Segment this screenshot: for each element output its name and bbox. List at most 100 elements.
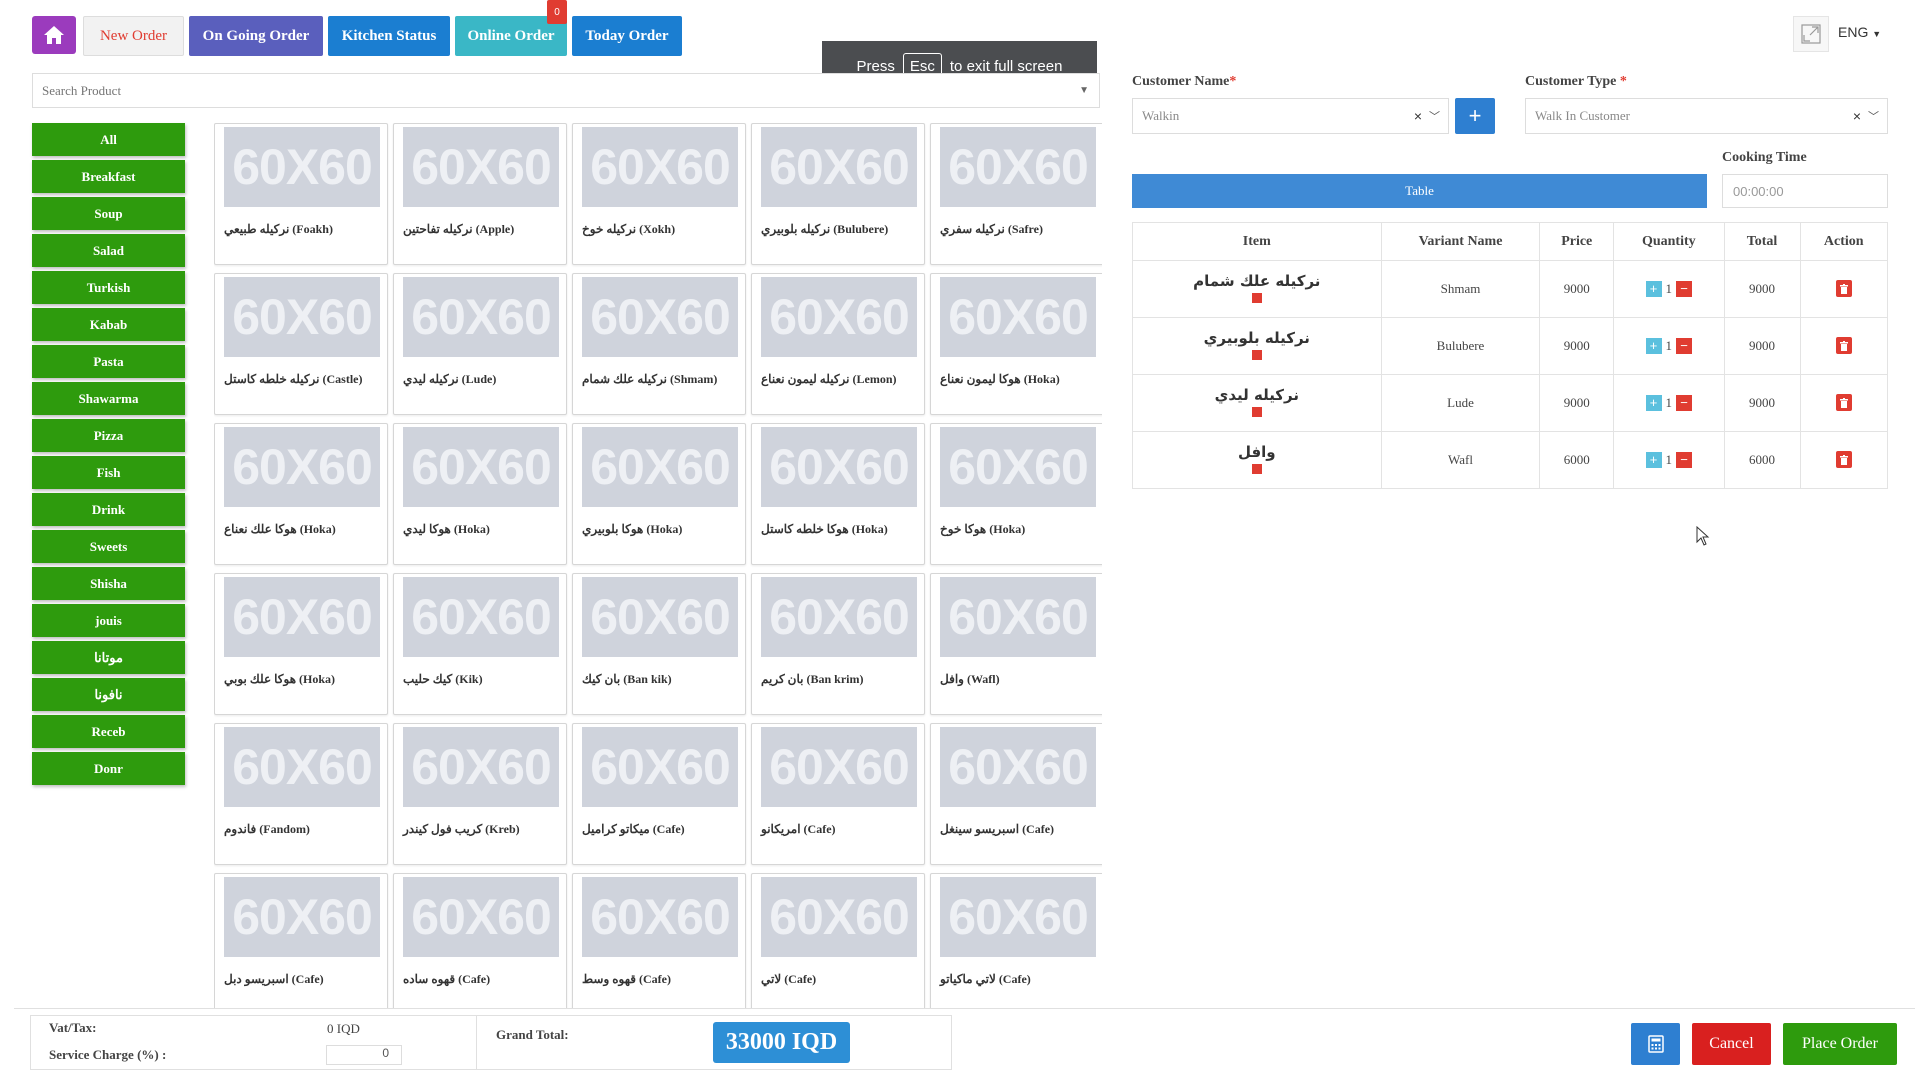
product-card[interactable]: 60X60 هوكا علك بوبي (Hoka) [214, 573, 388, 715]
service-charge-input[interactable]: 0 [326, 1045, 402, 1065]
column-header: Price [1539, 222, 1615, 261]
language-selector[interactable]: ENG ▼ [1838, 24, 1881, 40]
increase-qty-button[interactable]: + [1645, 280, 1662, 297]
customer-type-select[interactable]: Walk In Customer × ﹀ [1525, 98, 1888, 134]
decrease-qty-button[interactable]: − [1676, 280, 1693, 297]
product-card[interactable]: 60X60 اسبريسو سينغل (Cafe) [930, 723, 1102, 865]
product-name: لاتي (Cafe) [761, 972, 817, 986]
product-card[interactable]: 60X60 اسبريسو دبل (Cafe) [214, 873, 388, 1008]
note-icon[interactable] [1251, 463, 1262, 474]
category-button[interactable]: Sweets [32, 530, 185, 563]
increase-qty-button[interactable]: + [1645, 451, 1662, 468]
product-card[interactable]: 60X60 كيك حليب (Kik) [393, 573, 567, 715]
product-card[interactable]: 60X60 لاتي (Cafe) [751, 873, 925, 1008]
product-card[interactable]: 60X60 هوكا خوخ (Hoka) [930, 423, 1102, 565]
total-cell: 9000 [1723, 374, 1801, 432]
customer-type-label: Customer Type * [1525, 74, 1627, 89]
product-card[interactable]: 60X60 قهوه ساده (Cafe) [393, 873, 567, 1008]
delete-item-button[interactable] [1835, 451, 1852, 469]
category-button[interactable]: All [32, 123, 185, 156]
product-search[interactable]: ▼ [32, 73, 1100, 108]
product-card[interactable]: 60X60 بان كريم (Ban krim) [751, 573, 925, 715]
product-name: هوكا ليمون نعناع (Hoka) [940, 372, 1060, 386]
product-card[interactable]: 60X60 هوكا ليدي (Hoka) [393, 423, 567, 565]
decrease-qty-button[interactable]: − [1676, 337, 1693, 354]
add-customer-button[interactable]: + [1455, 98, 1495, 134]
clear-icon[interactable]: × [1853, 108, 1861, 124]
product-card[interactable]: 60X60 نركيله علك شمام (Shmam) [572, 273, 746, 415]
cancel-button[interactable]: Cancel [1692, 1023, 1771, 1065]
product-name: نركيله خلطه كاستل (Castle) [224, 372, 363, 386]
increase-qty-button[interactable]: + [1645, 394, 1662, 411]
calculator-button[interactable] [1631, 1023, 1680, 1065]
category-button[interactable]: Pasta [32, 345, 185, 378]
tab-ongoing-order[interactable]: On Going Order [189, 16, 323, 56]
product-card[interactable]: 60X60 بان كيك (Ban kik) [572, 573, 746, 715]
category-button[interactable]: Drink [32, 493, 185, 526]
price-cell: 6000 [1539, 431, 1615, 489]
product-card[interactable]: 60X60 كريب فول كيندر (Kreb) [393, 723, 567, 865]
variant-cell: Bulubere [1380, 317, 1541, 375]
category-button[interactable]: Fish [32, 456, 185, 489]
increase-qty-button[interactable]: + [1645, 337, 1662, 354]
order-row: وافل Wafl 6000 +1−6000 [1132, 431, 1888, 489]
product-card[interactable]: 60X60 نركيله خلطه كاستل (Castle) [214, 273, 388, 415]
product-card[interactable]: 60X60 نركيله ليدي (Lude) [393, 273, 567, 415]
product-card[interactable]: 60X60 نركيله طبيعي (Foakh) [214, 123, 388, 265]
product-card[interactable]: 60X60 لاتي ماكياتو (Cafe) [930, 873, 1102, 1008]
product-card[interactable]: 60X60 فاندوم (Fandom) [214, 723, 388, 865]
chevron-down-icon: ﹀ [1429, 111, 1440, 123]
product-image-placeholder: 60X60 [582, 877, 738, 957]
place-order-button[interactable]: Place Order [1783, 1023, 1897, 1065]
product-card[interactable]: 60X60 نركيله بلوبيري (Bulubere) [751, 123, 925, 265]
tab-kitchen-status[interactable]: Kitchen Status [328, 16, 450, 56]
product-card[interactable]: 60X60 نركيله تفاحتين (Apple) [393, 123, 567, 265]
clear-icon[interactable]: × [1414, 108, 1422, 124]
grand-total-value: 33000 IQD [713, 1022, 850, 1063]
product-image-placeholder: 60X60 [224, 577, 380, 657]
category-button[interactable]: Pizza [32, 419, 185, 452]
customer-name-select[interactable]: Walkin × ﹀ [1132, 98, 1449, 134]
decrease-qty-button[interactable]: − [1676, 451, 1693, 468]
category-button[interactable]: Turkish [32, 271, 185, 304]
cooking-time-input[interactable]: 00:00:00 [1722, 174, 1888, 208]
delete-item-button[interactable] [1835, 280, 1852, 298]
table-select-button[interactable]: Table [1132, 174, 1707, 208]
product-card[interactable]: 60X60 نركيله خوخ (Xokh) [572, 123, 746, 265]
category-button[interactable]: Shawarma [32, 382, 185, 415]
product-card[interactable]: 60X60 ميكاتو كراميل (Cafe) [572, 723, 746, 865]
category-button[interactable]: نافونا [32, 678, 185, 711]
category-button[interactable]: Donr [32, 752, 185, 785]
product-card[interactable]: 60X60 هوكا علك نعناع (Hoka) [214, 423, 388, 565]
category-button[interactable]: Breakfast [32, 160, 185, 193]
delete-item-button[interactable] [1835, 337, 1852, 355]
product-card[interactable]: 60X60 قهوه وسط (Cafe) [572, 873, 746, 1008]
delete-item-button[interactable] [1835, 394, 1852, 412]
price-cell: 9000 [1539, 374, 1615, 432]
decrease-qty-button[interactable]: − [1676, 394, 1693, 411]
note-icon[interactable] [1251, 406, 1262, 417]
tab-today-order[interactable]: Today Order [572, 16, 682, 56]
search-input[interactable] [42, 82, 1047, 99]
category-button[interactable]: jouis [32, 604, 185, 637]
category-button[interactable]: موتانا [32, 641, 185, 674]
quantity-value: 1 [1665, 337, 1673, 353]
product-panel: 60X60 نركيله طبيعي (Foakh) 60X60 نركيله تفا… [214, 123, 1102, 1008]
product-card[interactable]: 60X60 هوكا بلوبيري (Hoka) [572, 423, 746, 565]
note-icon[interactable] [1251, 292, 1262, 303]
product-card[interactable]: 60X60 نركيله ليمون نعناع (Lemon) [751, 273, 925, 415]
category-button[interactable]: Kabab [32, 308, 185, 341]
product-card[interactable]: 60X60 هوكا ليمون نعناع (Hoka) [930, 273, 1102, 415]
category-button[interactable]: Shisha [32, 567, 185, 600]
home-button[interactable] [32, 16, 76, 54]
product-card[interactable]: 60X60 نركيله سفري (Safre) [930, 123, 1102, 265]
product-card[interactable]: 60X60 امريكانو (Cafe) [751, 723, 925, 865]
product-card[interactable]: 60X60 هوكا خلطه كاستل (Hoka) [751, 423, 925, 565]
product-card[interactable]: 60X60 وافل (Wafl) [930, 573, 1102, 715]
category-button[interactable]: Receb [32, 715, 185, 748]
note-icon[interactable] [1251, 349, 1262, 360]
tab-new-order[interactable]: New Order [83, 16, 184, 56]
fullscreen-toggle-button[interactable] [1793, 16, 1829, 52]
category-button[interactable]: Salad [32, 234, 185, 267]
category-button[interactable]: Soup [32, 197, 185, 230]
